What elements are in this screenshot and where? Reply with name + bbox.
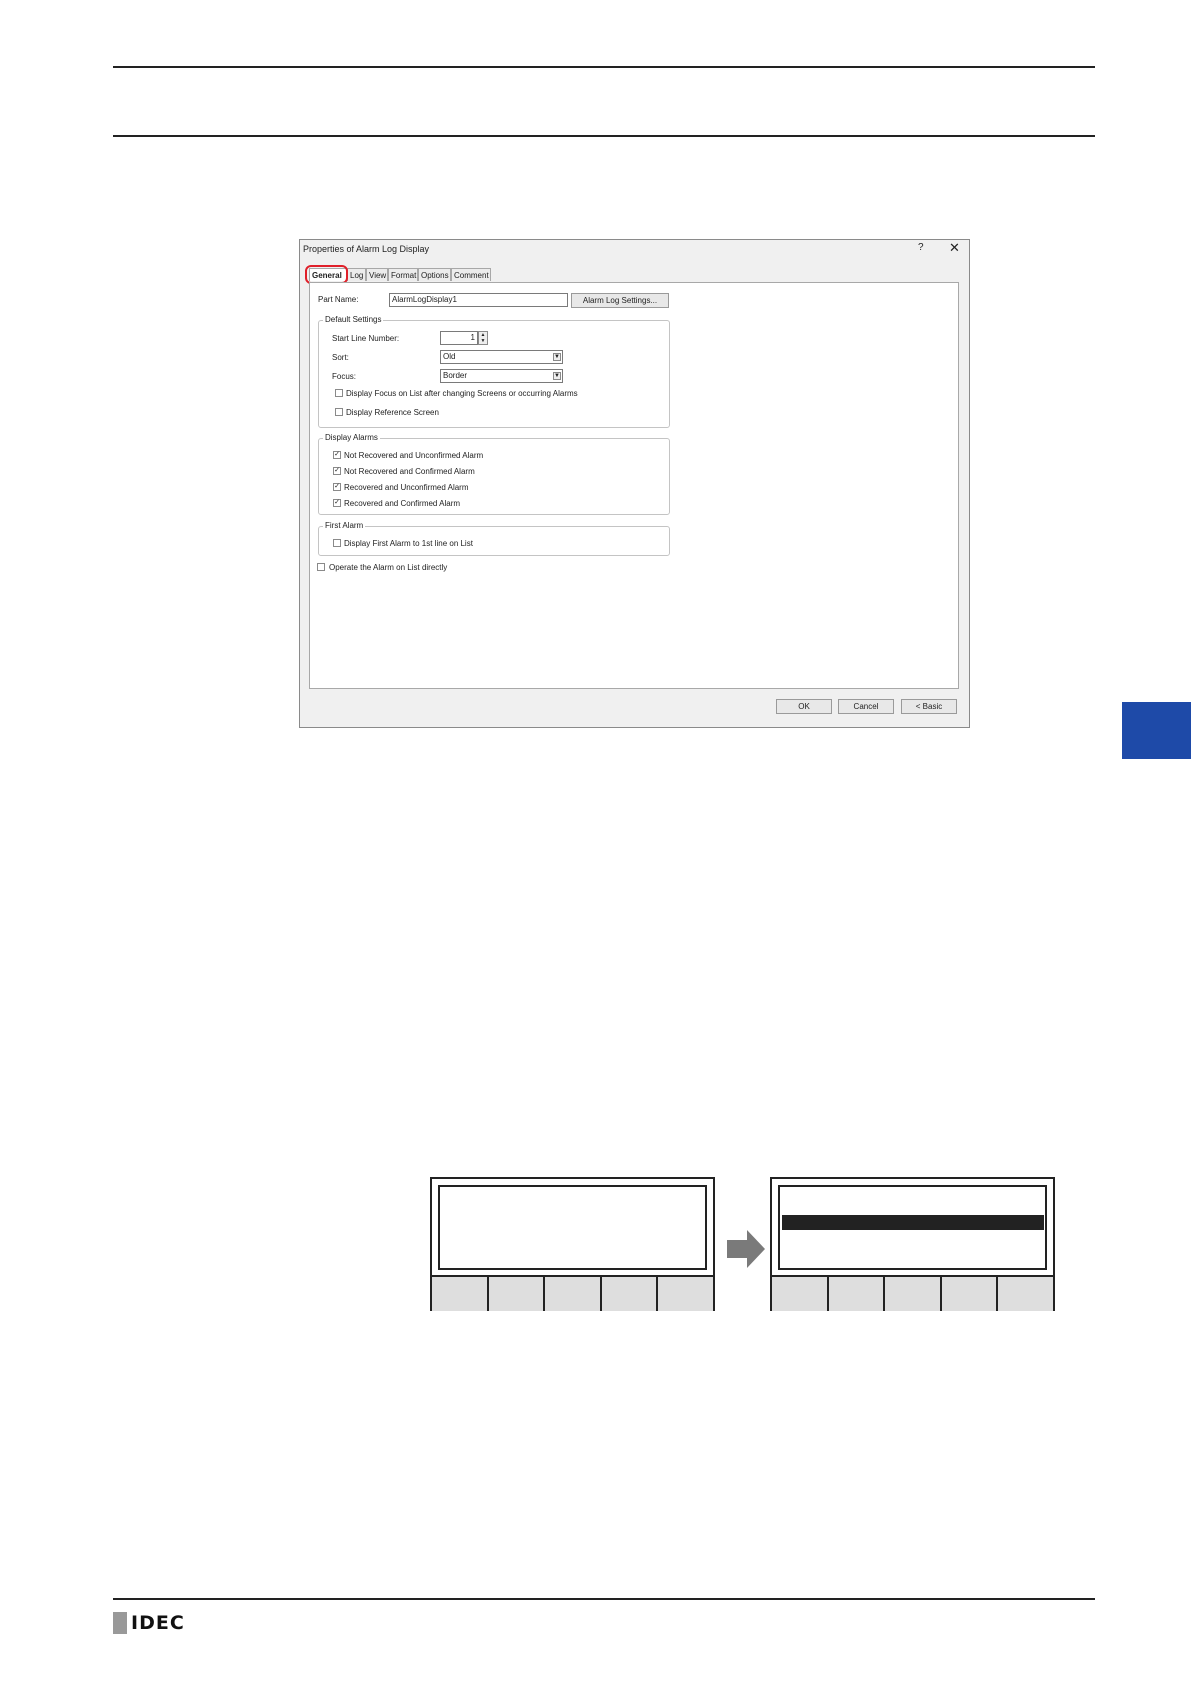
function-key (599, 1277, 657, 1311)
function-key (826, 1277, 884, 1311)
logo-text: IDEC (131, 1612, 185, 1634)
display-before-list (438, 1185, 707, 1270)
dialog-title: Properties of Alarm Log Display (303, 244, 430, 254)
display-alarms-group: Display Alarms ✓ Not Recovered and Uncon… (318, 433, 670, 515)
chevron-down-icon: ▼ (553, 353, 561, 361)
function-key (432, 1277, 487, 1311)
focus-highlight-bar (782, 1215, 1044, 1230)
default-settings-group: Default Settings Start Line Number: 1 ▲ ▼… (318, 315, 670, 428)
display-after (770, 1177, 1055, 1311)
function-key (656, 1277, 713, 1311)
header-rule-bottom (113, 135, 1095, 137)
function-key (772, 1277, 827, 1311)
focus-value: Border (443, 371, 468, 380)
alarm-log-settings-button[interactable]: Alarm Log Settings... (571, 293, 669, 308)
tab-options[interactable]: Options (418, 268, 451, 281)
chevron-down-icon: ▼ (553, 372, 561, 380)
operate-checkbox[interactable] (317, 563, 325, 571)
alarm-checkbox-2[interactable]: ✓ (333, 467, 341, 475)
close-icon[interactable]: ✕ (949, 240, 960, 256)
sort-select[interactable]: Old ▼ (440, 350, 563, 364)
operate-label: Operate the Alarm on List directly (329, 563, 448, 572)
function-key (996, 1277, 1053, 1311)
alarm-checkbox-4[interactable]: ✓ (333, 499, 341, 507)
tab-log[interactable]: Log (347, 268, 366, 281)
sort-value: Old (443, 352, 456, 361)
start-line-spinner[interactable]: ▲ ▼ (478, 331, 488, 345)
start-line-input[interactable]: 1 (440, 331, 478, 345)
sort-label: Sort: (332, 353, 349, 362)
header-rule-top (113, 66, 1095, 68)
default-settings-title: Default Settings (323, 315, 384, 324)
function-key (486, 1277, 544, 1311)
basic-button[interactable]: < Basic (901, 699, 957, 714)
alarm-label-2: Not Recovered and Confirmed Alarm (344, 467, 475, 476)
function-key (939, 1277, 997, 1311)
first-alarm-title: First Alarm (323, 521, 366, 530)
alarm-label-3: Recovered and Unconfirmed Alarm (344, 483, 469, 492)
start-line-label: Start Line Number: (332, 334, 400, 343)
logo-mark (113, 1612, 127, 1634)
tab-comment[interactable]: Comment (451, 268, 491, 281)
focus-label: Focus: (332, 372, 357, 381)
footer-rule (113, 1598, 1095, 1600)
chapter-side-tab (1122, 702, 1191, 759)
focus-after-label: Display Focus on List after changing Scr… (346, 389, 578, 398)
tab-format[interactable]: Format (388, 268, 418, 281)
help-icon[interactable]: ? (918, 242, 924, 253)
part-name-input[interactable]: AlarmLogDisplay1 (389, 293, 568, 307)
alarm-checkbox-3[interactable]: ✓ (333, 483, 341, 491)
idec-logo: IDEC (113, 1612, 185, 1634)
tab-view[interactable]: View (366, 268, 388, 281)
display-before-keys (432, 1275, 713, 1311)
focus-after-checkbox[interactable] (335, 389, 343, 397)
alarm-label-1: Not Recovered and Unconfirmed Alarm (344, 451, 484, 460)
first-alarm-checkbox[interactable] (333, 539, 341, 547)
first-alarm-label: Display First Alarm to 1st line on List (344, 539, 473, 548)
general-panel: Part Name: AlarmLogDisplay1 Alarm Log Se… (309, 282, 959, 689)
display-alarms-title: Display Alarms (323, 433, 380, 442)
reference-screen-checkbox[interactable] (335, 408, 343, 416)
function-key (543, 1277, 600, 1311)
reference-screen-label: Display Reference Screen (346, 408, 439, 417)
alarm-checkbox-1[interactable]: ✓ (333, 451, 341, 459)
display-after-keys (772, 1275, 1053, 1311)
focus-select[interactable]: Border ▼ (440, 369, 563, 383)
first-alarm-group: First Alarm Display First Alarm to 1st l… (318, 521, 670, 556)
properties-dialog: Properties of Alarm Log Display ? ✕ Gene… (299, 239, 970, 728)
part-name-label: Part Name: (318, 295, 359, 304)
ok-button[interactable]: OK (776, 699, 832, 714)
transition-arrow-icon (727, 1230, 765, 1268)
function-key (883, 1277, 940, 1311)
cancel-button[interactable]: Cancel (838, 699, 894, 714)
display-before (430, 1177, 715, 1311)
alarm-label-4: Recovered and Confirmed Alarm (344, 499, 461, 508)
